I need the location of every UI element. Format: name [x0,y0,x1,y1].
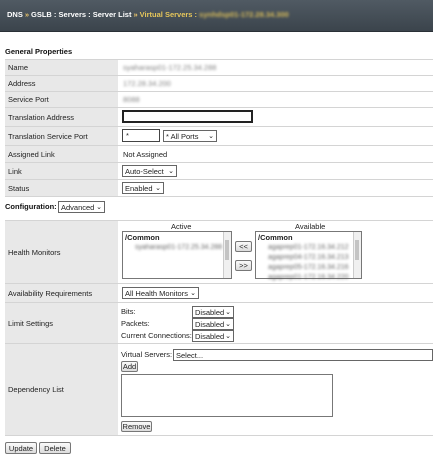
virtual-servers-select[interactable]: Select... [173,349,433,361]
packets-label: Packets: [121,319,150,328]
row-translation-service-port: Translation Service Port * * All Ports ⌄ [5,126,433,145]
move-left-button[interactable]: << [235,241,252,252]
available-header: Available [295,222,326,231]
service-port-value: 8088 [123,95,140,104]
virtual-servers-label: Virtual Servers: [121,350,173,359]
move-right-button[interactable]: >> [235,260,252,271]
available-monitors-list[interactable]: /Common agaprep01-172.16.34.212 agaprep0… [255,231,362,282]
row-availability: Availability Requirements All Health Mon… [5,283,433,302]
name-label: Name [5,60,118,75]
availability-select-value: All Health Monitors [125,288,188,298]
status-select[interactable]: Enabled ⌄ [122,182,164,194]
limit-settings-label: Limit Settings [5,303,118,343]
row-name: Name syaharasp01-172.25.34.288 [5,59,433,75]
translation-service-port-label: Translation Service Port [5,127,118,145]
row-assigned-link: Assigned Link Not Assigned [5,145,433,162]
scrollbar[interactable] [353,232,361,278]
remove-button[interactable]: Remove [121,421,152,432]
chevron-down-icon: ⌄ [168,168,174,175]
packets-select-value: Disabled [195,319,225,329]
available-monitor-item[interactable]: agaprep01-172.16.34.212 [256,243,349,252]
row-translation-address: Translation Address [5,107,433,126]
status-label: Status [5,180,118,196]
chevron-down-icon: ⌄ [225,309,231,316]
name-value: syaharasp01-172.25.34.288 [123,63,217,72]
row-status: Status Enabled ⌄ [5,179,433,197]
breadcrumb-current: Virtual Servers : [139,10,198,19]
translation-port-input[interactable]: * [122,129,160,142]
link-select[interactable]: Auto-Select ⌄ [122,165,177,177]
assigned-link-value: Not Assigned [123,149,168,159]
row-limit-settings: Limit Settings Bits: Disabled ⌄ Packets: … [5,302,433,343]
chevron-down-icon: ⌄ [225,321,231,328]
available-group: /Common [258,233,293,242]
link-select-value: Auto-Select [125,166,164,176]
connections-label: Current Connections: [121,331,192,340]
chevron-down-icon: ⌄ [225,333,231,340]
scrollbar[interactable] [223,232,231,278]
bits-select[interactable]: Disabled ⌄ [192,306,234,318]
translation-address-label: Translation Address [5,108,118,126]
availability-select[interactable]: All Health Monitors ⌄ [122,287,199,299]
breadcrumb-current-value: synhdsp01-172.28.34.300 [199,10,289,19]
available-monitor-item[interactable]: agaprep05-172.16.34.216 [256,263,349,272]
translation-port-select[interactable]: * All Ports ⌄ [163,130,217,142]
update-button[interactable]: Update [5,442,37,454]
address-value: 172.28.34.200 [123,79,171,88]
configuration-label: Configuration: [5,202,57,211]
active-monitor-item[interactable]: syaharasp01-172.25.34.288 [123,243,222,252]
active-monitors-list[interactable]: /Common syaharasp01-172.25.34.288 [122,231,232,279]
breadcrumb-separator: » [24,10,30,19]
chevron-down-icon: ⌄ [155,185,161,192]
row-address: Address 172.28.34.200 [5,75,433,91]
connections-select-value: Disabled [195,331,225,341]
address-label: Address [5,76,118,91]
chevron-down-icon: ⌄ [96,204,102,211]
service-port-label: Service Port [5,92,118,107]
delete-button[interactable]: Delete [39,442,71,454]
row-dependency-list: Dependency List Virtual Servers: Select.… [5,343,433,436]
row-service-port: Service Port 8088 [5,91,433,107]
dependency-list-box[interactable] [121,374,333,417]
breadcrumb-server-list[interactable]: GSLB : Servers : Server List [31,10,131,19]
health-monitors-label: Health Monitors [5,221,118,283]
active-group: /Common [125,233,160,242]
translation-address-input[interactable] [122,110,253,123]
translation-port-select-value: * All Ports [166,131,199,141]
breadcrumb: DNS» GSLB : Servers : Server List» Virtual… [7,10,289,19]
configuration-header: Configuration: [5,202,57,211]
assigned-link-label: Assigned Link [5,146,118,162]
breadcrumb-dns[interactable]: DNS [7,10,23,19]
configuration-mode-value: Advanced [61,202,95,212]
availability-label: Availability Requirements [5,284,118,302]
connections-select[interactable]: Disabled ⌄ [192,330,234,342]
bits-select-value: Disabled [195,307,225,317]
row-link: Link Auto-Select ⌄ [5,162,433,179]
add-button[interactable]: Add [121,361,138,372]
row-health-monitors: Health Monitors Active Available /Common… [5,220,433,283]
chevron-down-icon: ⌄ [190,290,196,297]
bits-label: Bits: [121,307,136,316]
configuration-mode-select[interactable]: Advanced ⌄ [58,201,105,213]
dependency-list-label: Dependency List [5,344,118,435]
status-select-value: Enabled [125,183,153,193]
available-monitor-item[interactable]: agaprep01-172.16.34.220 [256,273,349,282]
chevron-down-icon: ⌄ [208,133,214,140]
general-properties-title: General Properties [5,47,73,56]
available-monitor-item[interactable]: agaprep04-172.16.34.213 [256,253,349,262]
header-bar: DNS» GSLB : Servers : Server List» Virtual… [0,0,433,32]
link-label: Link [5,163,118,179]
packets-select[interactable]: Disabled ⌄ [192,318,234,330]
active-header: Active [171,222,192,231]
breadcrumb-separator: » [133,10,138,19]
